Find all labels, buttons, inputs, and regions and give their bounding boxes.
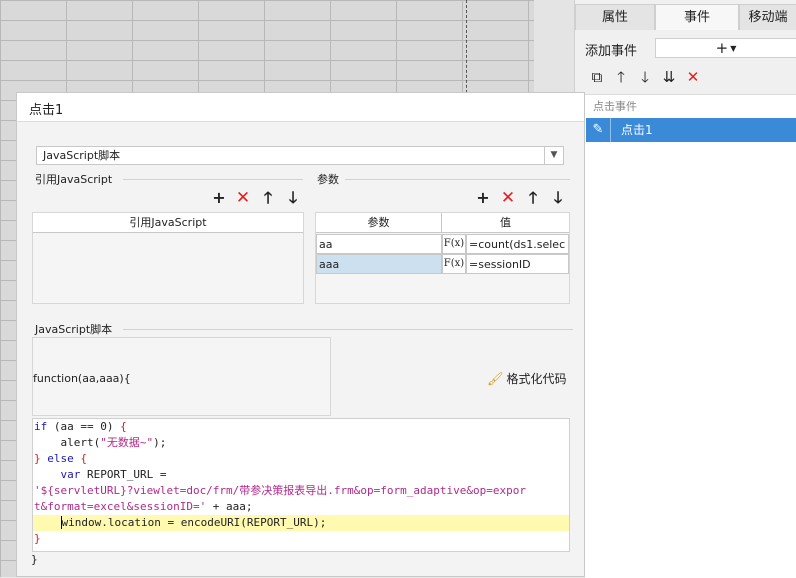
function-signature: function(aa,aaa){	[33, 372, 131, 385]
event-section-title: 点击事件	[593, 100, 637, 113]
code-line: } else {	[34, 452, 87, 465]
format-code-button[interactable]: 🖌 格式化代码	[487, 370, 567, 387]
add-icon[interactable]: +	[472, 188, 494, 208]
function-signature-box: function(aa,aaa){	[32, 337, 331, 416]
delete-icon[interactable]: ✕	[497, 188, 519, 208]
function-closing-brace: }	[31, 553, 38, 566]
event-item-label: 点击1	[621, 123, 653, 137]
params-section-label: 参数	[317, 173, 339, 186]
divider	[345, 179, 570, 180]
code-line: var REPORT_URL =	[60, 468, 167, 481]
code-line: }	[34, 532, 41, 545]
code-line: t&format=excel&sessionID=' + aaa;	[34, 500, 253, 513]
properties-panel: 属性 事件 移动端 添加事件 + ▼ ⧉ 🡑 🡓 ⇊ ✕ 点击事件 ✎ 点击1	[574, 0, 796, 578]
chevron-down-icon: ▼	[730, 43, 737, 53]
param-value-cell[interactable]: =count(ds1.selec	[466, 234, 569, 254]
delete-icon[interactable]: ✕	[232, 188, 254, 208]
code-line: alert("无数据~");	[34, 436, 167, 449]
add-icon: +	[715, 39, 729, 57]
arrow-up-icon[interactable]: 🡑	[522, 188, 544, 208]
ref-js-section-label: 引用JavaScript	[35, 173, 113, 186]
add-event-dropdown[interactable]: + ▼	[655, 38, 796, 58]
script-section-label: JavaScript脚本	[35, 323, 113, 336]
code-line-current: window.location = encodeURI(REPORT_URL);	[33, 515, 569, 531]
format-code-label: 格式化代码	[506, 372, 567, 386]
script-type-value: JavaScript脚本	[43, 149, 121, 162]
code-line: if (aa == 0) {	[34, 420, 127, 433]
ref-js-column-header: 引用JavaScript	[33, 213, 303, 233]
arrow-up-icon[interactable]: 🡑	[609, 66, 633, 88]
params-column-name: 参数	[316, 213, 442, 233]
brush-icon: 🖌	[487, 372, 504, 387]
arrow-up-icon[interactable]: 🡑	[257, 188, 279, 208]
script-type-select[interactable]: JavaScript脚本 ▼	[36, 146, 564, 165]
param-value-cell[interactable]: =sessionID	[466, 254, 569, 274]
ref-js-table[interactable]: 引用JavaScript	[32, 212, 304, 304]
delete-icon[interactable]: ✕	[681, 66, 705, 88]
add-icon[interactable]: +	[208, 188, 230, 208]
dialog-title-bar: 点击1	[17, 93, 584, 122]
event-item-click1[interactable]: ✎ 点击1	[586, 118, 796, 142]
divider	[123, 329, 573, 330]
arrow-down-icon[interactable]: 🡓	[282, 188, 304, 208]
chevron-down-icon[interactable]: ▼	[544, 147, 563, 164]
formula-icon[interactable]: F(x)	[442, 254, 466, 274]
divider	[123, 179, 303, 180]
pencil-icon[interactable]: ✎	[586, 118, 611, 142]
panel-tabs: 属性 事件 移动端	[575, 4, 796, 30]
param-name-cell[interactable]: aa	[316, 234, 442, 254]
event-editor-dialog: 点击1 JavaScript脚本 ▼ 引用JavaScript + ✕ 🡑 🡓 …	[16, 92, 585, 577]
code-editor[interactable]: if (aa == 0) { alert("无数据~"); } else { v…	[32, 418, 570, 552]
add-event-label: 添加事件	[585, 44, 638, 59]
tab-mobile[interactable]: 移动端	[739, 4, 796, 30]
params-table: 参数 值 aa F(x) =count(ds1.selec aaa F(x) =…	[315, 212, 570, 304]
param-name-cell[interactable]: aaa	[316, 254, 442, 274]
arrow-down-icon[interactable]: 🡓	[547, 188, 569, 208]
formula-icon[interactable]: F(x)	[442, 234, 466, 254]
arrow-down-icon[interactable]: 🡓	[633, 66, 657, 88]
tab-properties[interactable]: 属性	[575, 4, 655, 30]
sort-down-icon[interactable]: ⇊	[657, 66, 681, 88]
event-toolbar: ⧉ 🡑 🡓 ⇊ ✕	[585, 66, 705, 90]
copy-icon[interactable]: ⧉	[585, 66, 609, 88]
params-column-value: 值	[442, 213, 569, 233]
dialog-title: 点击1	[29, 103, 64, 118]
tab-events[interactable]: 事件	[655, 4, 739, 30]
event-list: 点击事件 ✎ 点击1	[585, 94, 796, 578]
code-line: '${servletURL}?viewlet=doc/frm/带参决策报表导出.…	[34, 484, 526, 497]
